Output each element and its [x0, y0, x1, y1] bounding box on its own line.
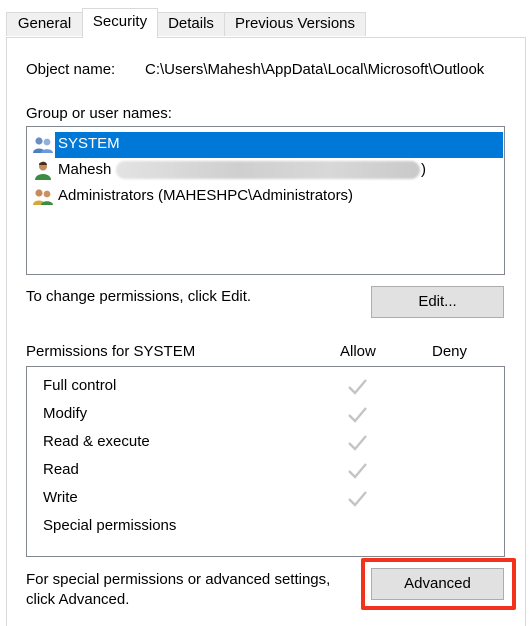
annotation-highlight-box — [361, 558, 516, 610]
allow-check-icon — [348, 407, 367, 423]
permissions-header: Permissions for SYSTEM — [26, 343, 196, 360]
advanced-text-line2: click Advanced. — [26, 591, 130, 608]
tab-details[interactable]: Details — [157, 12, 225, 36]
tab-general[interactable]: General — [6, 12, 83, 36]
list-item-label: Administrators (MAHESHPC\Administrators) — [58, 187, 354, 204]
allow-check-icon — [348, 491, 367, 507]
edit-button[interactable]: Edit... — [371, 286, 504, 318]
permission-row: Write — [43, 489, 78, 506]
allow-check-icon — [348, 379, 367, 395]
tab-previous-versions[interactable]: Previous Versions — [224, 12, 366, 36]
permissions-list[interactable]: Full control Modify Read & execute Read … — [26, 366, 505, 557]
user-icon — [35, 161, 51, 180]
object-name-label: Object name: — [26, 61, 116, 78]
group-user-names-label: Group or user names: — [26, 105, 172, 122]
allow-check-icon — [348, 435, 367, 451]
tab-bar: General Security Details Previous Versio… — [0, 0, 530, 38]
tab-security[interactable]: Security — [82, 8, 158, 38]
change-permissions-text: To change permissions, click Edit. — [26, 288, 252, 305]
allow-check-icon — [348, 463, 367, 479]
list-item-suffix: ) — [421, 161, 426, 178]
deny-column-header: Deny — [432, 343, 468, 360]
object-name-value: C:\Users\Mahesh\AppData\Local\Microsoft\… — [145, 61, 485, 78]
list-item-label: Mahesh — [58, 161, 112, 178]
advanced-text-line1: For special permissions or advanced sett… — [26, 571, 331, 588]
permission-row: Modify — [43, 405, 88, 422]
users-group-icon — [33, 137, 53, 153]
redacted-username — [116, 161, 420, 179]
list-item-administrators[interactable]: Administrators (MAHESHPC\Administrators) — [27, 184, 504, 210]
group-user-list[interactable]: SYSTEM Mahesh ) Administrators (MAHESHPC… — [26, 126, 505, 275]
list-item-system[interactable]: SYSTEM — [27, 132, 504, 158]
users-group-icon — [33, 189, 53, 205]
permission-row: Read — [43, 461, 79, 478]
permission-row: Read & execute — [43, 433, 150, 450]
permission-row: Full control — [43, 377, 117, 394]
selection-highlight — [55, 132, 503, 158]
allow-column-header: Allow — [340, 343, 376, 360]
permission-row: Special permissions — [43, 517, 177, 534]
list-item-label: SYSTEM — [58, 135, 120, 152]
